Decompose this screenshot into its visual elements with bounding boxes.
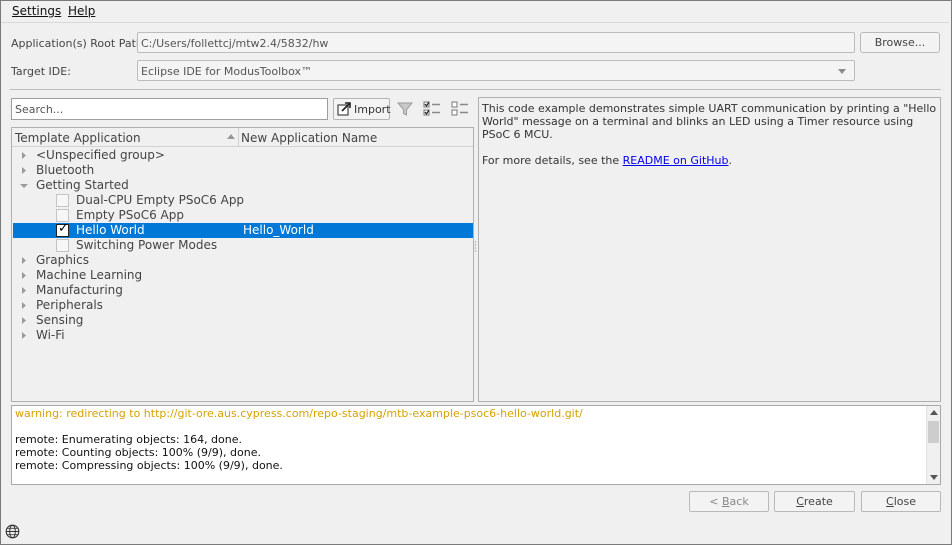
browse-button[interactable]: Browse... — [860, 32, 940, 53]
tree-group-label: Machine Learning — [36, 268, 143, 282]
uncheck-all-icon[interactable] — [451, 100, 469, 118]
tree-group-peripherals[interactable]: Peripherals — [13, 298, 473, 313]
scroll-up-icon[interactable] — [930, 410, 938, 415]
log-line: remote: Counting objects: 100% (9/9), do… — [15, 446, 261, 459]
expand-arrow-icon[interactable] — [20, 166, 28, 175]
tree-item-hello-world[interactable]: ✓ Hello World Hello_World — [13, 221, 473, 238]
back-key: B — [722, 495, 730, 508]
close-key: C — [886, 495, 894, 508]
log-output[interactable]: warning: redirecting to http://git-ore.a… — [11, 405, 941, 485]
tree-group-sensing[interactable]: Sensing — [13, 313, 473, 328]
import-label: Import — [354, 103, 391, 116]
close-button[interactable]: Close — [861, 491, 941, 512]
checkmark-icon: ✓ — [58, 221, 69, 236]
filter-icon[interactable] — [396, 100, 414, 118]
scroll-thumb[interactable] — [928, 421, 939, 443]
expand-arrow-icon[interactable] — [20, 316, 28, 325]
expand-arrow-icon[interactable] — [20, 256, 28, 265]
expand-arrow-icon[interactable] — [20, 301, 28, 310]
log-scrollbar[interactable] — [926, 406, 940, 484]
splitter-handle[interactable] — [474, 240, 477, 254]
expand-arrow-icon[interactable] — [20, 271, 28, 280]
tree-group-label: <Unspecified group> — [36, 148, 165, 162]
section-divider — [10, 89, 941, 90]
template-checkbox-checked[interactable]: ✓ — [56, 221, 69, 237]
tree-item-dual-cpu[interactable]: Dual-CPU Empty PSoC6 App — [13, 193, 473, 208]
new-app-name-cell[interactable]: Hello_World — [243, 223, 314, 237]
scroll-down-icon[interactable] — [930, 475, 938, 480]
tree-group-machine-learning[interactable]: Machine Learning — [13, 268, 473, 283]
tree-group-label: Manufacturing — [36, 283, 123, 297]
tree-group-bluetooth[interactable]: Bluetooth — [13, 163, 473, 178]
back-button[interactable]: < Back — [689, 491, 769, 512]
search-input[interactable]: Search... — [11, 98, 328, 120]
template-checkbox[interactable] — [56, 194, 69, 207]
column-header-template[interactable]: Template Application — [15, 131, 141, 145]
import-button[interactable]: Import — [333, 98, 391, 120]
tree-group-label: Peripherals — [36, 298, 103, 312]
chevron-down-icon — [838, 69, 846, 74]
target-ide-select[interactable]: Eclipse IDE for ModusToolbox™ — [137, 60, 855, 81]
tree-group-getting-started[interactable]: Getting Started — [13, 178, 473, 193]
description-text: This code example demonstrates simple UA… — [482, 102, 937, 141]
tree-group-manufacturing[interactable]: Manufacturing — [13, 283, 473, 298]
target-ide-label: Target IDE: — [11, 65, 71, 78]
tree-group-unspecified[interactable]: <Unspecified group> — [13, 148, 473, 163]
import-icon — [337, 102, 351, 116]
log-line: remote: Enumerating objects: 164, done. — [15, 433, 243, 446]
column-header-new-name[interactable]: New Application Name — [241, 131, 377, 145]
menu-bar: Settings Help — [1, 1, 949, 22]
template-tree[interactable]: Template Application New Application Nam… — [11, 127, 474, 402]
create-button[interactable]: Create — [774, 491, 855, 512]
tree-item-empty-psoc6[interactable]: Empty PSoC6 App — [13, 208, 473, 223]
expand-arrow-icon[interactable] — [20, 286, 28, 295]
tree-header: Template Application New Application Nam… — [12, 128, 473, 147]
column-divider — [238, 128, 239, 147]
check-all-icon[interactable] — [423, 100, 441, 118]
tree-item-label: Empty PSoC6 App — [76, 208, 184, 222]
sort-up-icon — [227, 134, 235, 139]
tree-group-graphics[interactable]: Graphics — [13, 253, 473, 268]
description-panel: This code example demonstrates simple UA… — [478, 97, 941, 402]
description-more: For more details, see the README on GitH… — [482, 154, 937, 167]
template-checkbox[interactable] — [56, 239, 69, 252]
tree-item-label: Hello World — [76, 223, 145, 237]
back-rest: ack — [729, 495, 749, 508]
root-path-label: Application(s) Root Path: — [11, 37, 147, 50]
menu-settings[interactable]: Settings — [12, 4, 61, 18]
target-ide-value: Eclipse IDE for ModusToolbox™ — [141, 65, 313, 78]
collapse-arrow-icon[interactable] — [20, 181, 28, 190]
root-path-input[interactable]: C:/Users/follettcj/mtw2.4/5832/hw — [137, 32, 855, 53]
log-line-warning: warning: redirecting to http://git-ore.a… — [15, 407, 583, 420]
expand-arrow-icon[interactable] — [20, 151, 28, 160]
tree-item-label: Switching Power Modes — [76, 238, 218, 252]
tree-group-label: Bluetooth — [36, 163, 95, 177]
tree-group-label: Sensing — [36, 313, 84, 327]
log-line: remote: Compressing objects: 100% (9/9),… — [15, 459, 283, 472]
more-details-suffix: . — [728, 154, 732, 167]
readme-link[interactable]: README on GitHub — [623, 154, 729, 167]
tree-item-switching-power[interactable]: Switching Power Modes — [13, 238, 473, 253]
tree-group-wifi[interactable]: Wi-Fi — [13, 328, 473, 343]
globe-icon[interactable] — [5, 524, 20, 539]
create-key: C — [796, 495, 804, 508]
tree-group-label: Wi-Fi — [36, 328, 65, 342]
tree-item-label: Dual-CPU Empty PSoC6 App — [76, 193, 245, 207]
back-prefix: < — [709, 495, 722, 508]
menu-divider — [1, 22, 949, 23]
tree-group-label: Getting Started — [36, 178, 129, 192]
expand-arrow-icon[interactable] — [20, 331, 28, 340]
more-details-text: For more details, see the — [482, 154, 623, 167]
create-rest: reate — [803, 495, 833, 508]
tree-group-label: Graphics — [36, 253, 89, 267]
menu-help[interactable]: Help — [68, 4, 95, 18]
close-rest: lose — [893, 495, 916, 508]
